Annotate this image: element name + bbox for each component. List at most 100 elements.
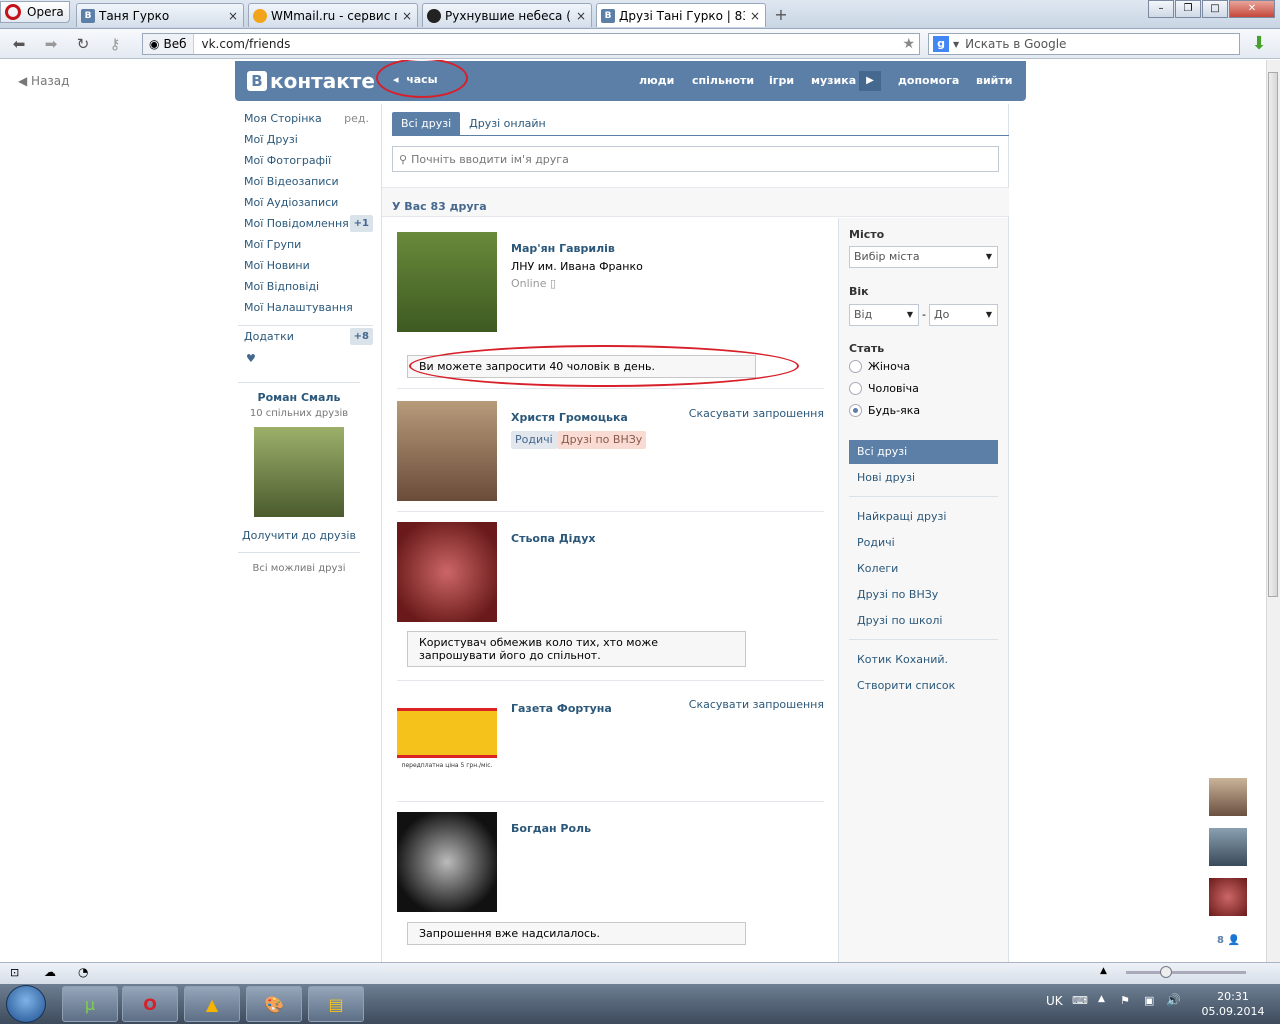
search-engine-field[interactable]: g ▼ Искать в Google — [928, 33, 1240, 55]
explorer-folder-icon[interactable]: ▤ — [308, 986, 364, 1022]
age-from-select[interactable]: Від ▼ — [849, 304, 919, 326]
nav-logout[interactable]: вийти — [976, 74, 1012, 87]
zoom-up-icon[interactable]: ▲ — [1100, 966, 1107, 976]
paint-icon[interactable]: 🎨 — [246, 986, 302, 1022]
list-new-friends[interactable]: Нові друзі — [849, 466, 998, 490]
close-tab-icon[interactable]: × — [575, 9, 587, 23]
friend-photo[interactable] — [397, 232, 497, 332]
sex-option-female[interactable]: Жіноча — [849, 360, 910, 373]
all-suggestions-link[interactable]: Всі можливі друзі — [238, 552, 360, 574]
nav-communities[interactable]: спільноти — [692, 74, 754, 87]
menu-my-news[interactable]: Мої Новини — [238, 255, 373, 276]
menu-apps[interactable]: Додатки +8 — [238, 325, 373, 346]
cloud-icon[interactable]: ☁ — [44, 965, 56, 979]
friend-name[interactable]: Газета Фортуна — [511, 702, 612, 715]
key-icon[interactable]: ⚷ — [104, 34, 126, 54]
vk-logo[interactable]: В контакте — [247, 69, 375, 93]
zoom-slider-handle[interactable] — [1160, 966, 1172, 978]
tray-expand-icon[interactable]: ▲ — [1098, 994, 1105, 1004]
menu-my-settings[interactable]: Мої Налаштування — [238, 297, 373, 318]
cancel-invite-link[interactable]: Скасувати запрошення — [689, 407, 824, 420]
tab-all-friends[interactable]: Всі друзі — [392, 112, 461, 136]
menu-my-groups[interactable]: Мої Групи — [238, 234, 373, 255]
language-indicator[interactable]: UK — [1046, 994, 1063, 1008]
menu-my-audio[interactable]: Мої Аудіозаписи — [238, 192, 373, 213]
friend-name[interactable]: Богдан Роль — [511, 822, 591, 835]
heart-icon[interactable]: ♥ — [238, 352, 373, 365]
restore-icon[interactable]: ❐ — [1175, 0, 1201, 18]
add-friend-link[interactable]: Долучити до друзів — [238, 529, 360, 542]
keyboard-icon[interactable]: ⌨ — [1072, 994, 1088, 1007]
cancel-invite-link[interactable]: Скасувати запрошення — [689, 698, 824, 711]
online-friend-avatar[interactable] — [1209, 828, 1247, 866]
bookmark-star-icon[interactable]: ★ — [902, 36, 919, 52]
list-school-friends[interactable]: Друзі по школі — [849, 609, 998, 633]
friend-list-tag[interactable]: Друзі по ВНЗу — [557, 431, 647, 449]
menu-my-friends[interactable]: Мої Друзі — [238, 129, 373, 150]
minimize-icon[interactable]: – — [1148, 0, 1174, 18]
friend-photo[interactable] — [397, 522, 497, 622]
online-friend-avatar[interactable] — [1209, 878, 1247, 916]
back-link[interactable]: ◀ Назад — [18, 74, 69, 88]
friend-photo[interactable]: передплатна ціна 5 грн./міс. — [397, 692, 497, 792]
list-colleagues[interactable]: Колеги — [849, 557, 998, 581]
friend-list-tag[interactable]: Родичі — [511, 431, 557, 449]
utorrent-icon[interactable]: µ — [62, 986, 118, 1022]
close-tab-icon[interactable]: × — [227, 9, 239, 23]
list-all-friends[interactable]: Всі друзі — [849, 440, 998, 464]
close-tab-icon[interactable]: × — [749, 9, 761, 23]
list-custom[interactable]: Котик Коханий. — [849, 648, 998, 672]
google-icon[interactable]: g — [933, 36, 949, 52]
edit-link[interactable]: ред. — [344, 108, 369, 129]
friend-search-input[interactable]: ⚲ Почніть вводити ім'я друга — [392, 146, 999, 172]
close-window-icon[interactable]: ✕ — [1229, 0, 1275, 18]
back-arrow-icon[interactable]: ⬅ — [8, 34, 30, 54]
friend-photo[interactable] — [397, 401, 497, 501]
menu-my-answers[interactable]: Мої Відповіді — [238, 276, 373, 297]
friend-name[interactable]: Стьопа Дідух — [511, 532, 596, 545]
reload-icon[interactable]: ↻ — [72, 34, 94, 54]
radio-button[interactable] — [849, 360, 862, 373]
radio-button[interactable] — [849, 382, 862, 395]
menu-my-page[interactable]: Моя Сторінка ред. — [238, 108, 373, 129]
friend-name[interactable]: Мар'ян Гаврилів — [511, 242, 615, 255]
menu-my-videos[interactable]: Мої Відеозаписи — [238, 171, 373, 192]
opera-menu-button[interactable]: Opera — [0, 1, 70, 23]
menu-my-photos[interactable]: Мої Фотографії — [238, 150, 373, 171]
browser-tab[interactable]: WMmail.ru - сервис п... × — [248, 3, 418, 27]
tab-friends-online[interactable]: Друзі онлайн — [460, 112, 555, 136]
speed-dial-icon[interactable]: ◔ — [78, 965, 88, 979]
nav-people[interactable]: люди — [639, 74, 674, 87]
play-icon[interactable]: ▶ — [859, 71, 881, 91]
friend-photo[interactable] — [397, 812, 497, 912]
url-text[interactable]: vk.com/friends — [194, 37, 903, 51]
browser-tab[interactable]: В Таня Гурко × — [76, 3, 244, 27]
radio-button-selected[interactable] — [849, 404, 862, 417]
list-university-friends[interactable]: Друзі по ВНЗу — [849, 583, 998, 607]
suggested-friend-photo[interactable] — [254, 427, 344, 517]
zoom-slider[interactable] — [1126, 971, 1246, 974]
online-friends-count[interactable]: 8 👤 — [1217, 935, 1240, 946]
menu-my-messages[interactable]: Мої Повідомлення +1 — [238, 213, 373, 234]
city-select[interactable]: Вибір міста ▼ — [849, 246, 998, 268]
flag-icon[interactable]: ⚑ — [1120, 994, 1130, 1007]
age-to-select[interactable]: До ▼ — [929, 304, 998, 326]
sex-option-male[interactable]: Чоловіча — [849, 382, 919, 395]
sex-option-any[interactable]: Будь-яка — [849, 404, 920, 417]
close-tab-icon[interactable]: × — [401, 9, 413, 23]
download-icon[interactable]: ⬇ — [1248, 34, 1270, 54]
new-tab-icon[interactable]: + — [770, 5, 792, 25]
network-icon[interactable]: ▣ — [1144, 994, 1154, 1007]
nav-games[interactable]: ігри — [769, 74, 794, 87]
windows-start-button[interactable] — [6, 985, 46, 1023]
volume-icon[interactable]: 🔊 — [1166, 993, 1181, 1007]
nav-help[interactable]: допомога — [898, 74, 959, 87]
panel-toggle-icon[interactable]: ⊡ — [10, 966, 19, 979]
maximize-icon[interactable]: □ — [1202, 0, 1228, 18]
scrollbar-thumb[interactable] — [1268, 72, 1278, 597]
friend-name[interactable]: Христя Громоцька — [511, 411, 628, 424]
url-field[interactable]: ◉ Веб vk.com/friends ★ — [142, 33, 920, 55]
site-badge[interactable]: ◉ Веб — [143, 34, 194, 54]
create-list-link[interactable]: Створити список — [849, 674, 998, 698]
opera-taskbar-icon[interactable]: O — [122, 986, 178, 1022]
